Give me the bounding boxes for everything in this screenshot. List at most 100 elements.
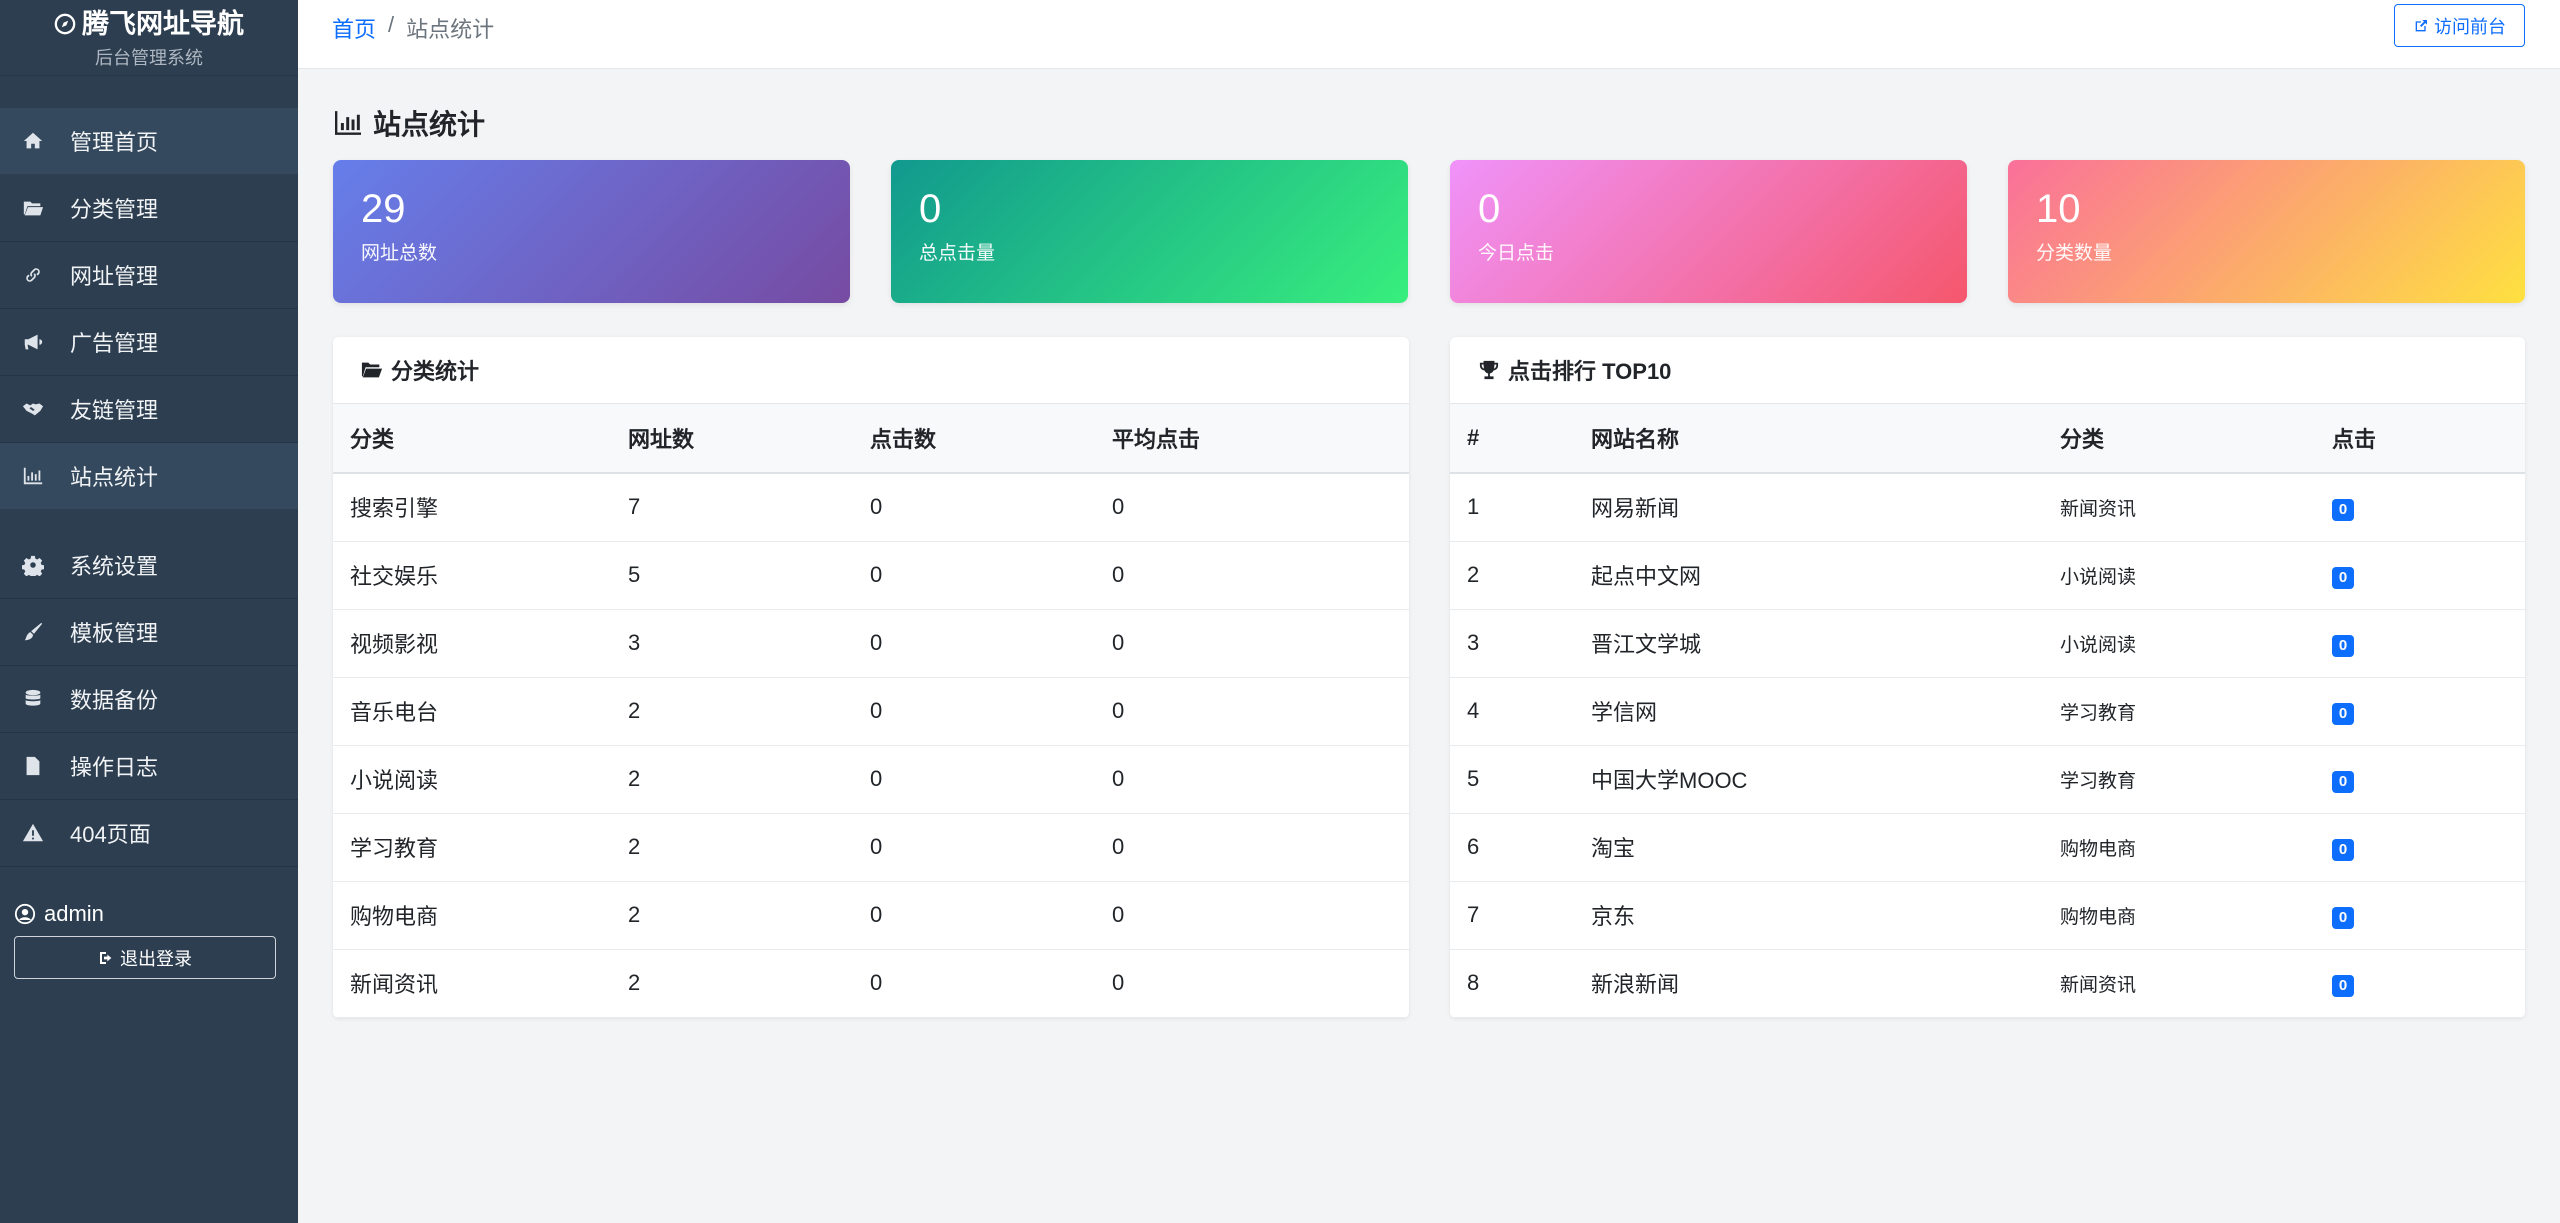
database-icon <box>20 686 46 712</box>
table-row: 9腾飞博客搜索引擎0 <box>1450 1017 2525 1018</box>
table-cell: 0 <box>870 698 883 723</box>
click-count-badge: 0 <box>2332 770 2354 793</box>
table-cell: 小说阅读 <box>2060 566 2137 588</box>
table-cell: 社交娱乐 <box>350 564 439 589</box>
brand-subtitle: 后台管理系统 <box>95 48 203 68</box>
click-count-badge: 0 <box>2332 702 2354 725</box>
table-cell: 6 <box>1467 834 1480 859</box>
table-cell: 0 <box>1112 1017 1409 1018</box>
table-cell: 0 <box>1112 494 1125 520</box>
table-cell: 0 <box>2332 677 2525 745</box>
table-cell: 购物电商 <box>2060 906 2137 928</box>
folder-open-icon <box>361 362 383 378</box>
table-cell: 0 <box>2332 745 2525 813</box>
sidebar-item-dashboard[interactable]: 管理首页 <box>0 108 298 175</box>
click-count-badge: 0 <box>2332 566 2354 589</box>
sidebar-item-label: 网址管理 <box>70 264 159 289</box>
sidebar-item-label: 广告管理 <box>70 331 159 356</box>
site-name-cell: 新浪新闻 <box>1591 972 1680 997</box>
table-row: 游戏娱乐200 <box>333 1017 1409 1018</box>
sidebar-item-ads[interactable]: 广告管理 <box>0 309 298 376</box>
stat-label: 今日点击 <box>1478 243 1555 264</box>
table-cell: 0 <box>870 902 883 927</box>
table-cell: 新闻资讯 <box>2060 974 2137 996</box>
column-header: 分类 <box>350 427 395 452</box>
table-cell: 3 <box>1467 630 1480 655</box>
sidebar-item-statistics[interactable]: 站点统计 <box>0 443 298 510</box>
sidebar-item-friendlinks[interactable]: 友链管理 <box>0 376 298 443</box>
site-name-cell: 起点中文网 <box>1591 564 1702 589</box>
table-cell: 学习教育 <box>350 836 439 861</box>
logout-button[interactable]: 退出登录 <box>14 936 276 979</box>
page-title: 站点统计 <box>333 103 485 143</box>
stat-label: 总点击量 <box>919 243 996 264</box>
bar-chart-icon <box>20 463 46 489</box>
stat-label: 分类数量 <box>2036 243 2113 264</box>
table-cell: 2 <box>1467 562 1480 587</box>
site-name-cell: 京东 <box>1591 904 1636 929</box>
breadcrumb-home[interactable]: 首页 <box>332 12 376 44</box>
page-title-text: 站点统计 <box>373 109 486 140</box>
stat-value: 10 <box>2036 187 2081 231</box>
table-cell: 音乐电台 <box>350 700 439 725</box>
table-cell: 0 <box>1112 766 1125 791</box>
link-icon <box>20 262 46 288</box>
brand-title-text: 腾飞网址导航 <box>82 9 244 39</box>
user-circle-icon <box>14 903 36 925</box>
table-row: 视频影视 3 0 0 <box>333 609 1409 677</box>
sidebar-item-backup[interactable]: 数据备份 <box>0 666 298 733</box>
sidebar-item-logs[interactable]: 操作日志 <box>0 733 298 800</box>
sidebar-item-categories[interactable]: 分类管理 <box>0 175 298 242</box>
compass-icon <box>54 13 76 35</box>
table-cell: 2 <box>628 970 641 995</box>
bullhorn-icon <box>20 329 46 355</box>
sidebar-item-settings[interactable]: 系统设置 <box>0 532 298 599</box>
table-cell: 小说阅读 <box>350 768 439 793</box>
table-cell: 3 <box>628 630 641 655</box>
stat-card-today-clicks: 0 今日点击 <box>1450 160 1967 303</box>
table-cell: 2 <box>628 902 641 927</box>
table-row: 新闻资讯 2 0 0 <box>333 949 1409 1017</box>
table-cell: 学习教育 <box>2060 770 2137 792</box>
table-cell: 学习教育 <box>2060 702 2137 724</box>
table-row: 1 网易新闻 新闻资讯 0 <box>1450 473 2525 541</box>
click-count-badge: 0 <box>2332 974 2354 997</box>
sidebar-item-templates[interactable]: 模板管理 <box>0 599 298 666</box>
table-cell: 0 <box>2332 949 2525 1017</box>
table-cell: 0 <box>870 834 883 859</box>
table-row: 社交娱乐 5 0 0 <box>333 541 1409 609</box>
table-row: 8 新浪新闻 新闻资讯 0 <box>1450 949 2525 1017</box>
table-row: 音乐电台 2 0 0 <box>333 677 1409 745</box>
table-cell: 4 <box>1467 698 1480 723</box>
sidebar-item-404[interactable]: 404页面 <box>0 800 298 867</box>
table-cell: 0 <box>870 630 883 655</box>
brand-title[interactable]: 腾飞网址导航 <box>0 6 298 42</box>
table-cell: 视频影视 <box>350 632 439 657</box>
table-cell: 0 <box>870 766 883 791</box>
top10-panel: 点击排行 TOP10 # 网站名称 分类 点击 1 网易新闻 新闻资讯 0 2 起点中文网… <box>1450 337 2525 1018</box>
table-cell: 小说阅读 <box>2060 634 2137 656</box>
table-cell: 7 <box>1467 902 1480 927</box>
table-cell: 购物电商 <box>350 904 439 929</box>
logout-label: 退出登录 <box>120 948 192 969</box>
table-cell: 0 <box>1112 630 1125 655</box>
site-name-cell: 晋江文学城 <box>1591 632 1702 657</box>
table-row: 学习教育 2 0 0 <box>333 813 1409 881</box>
visit-frontend-button[interactable]: 访问前台 <box>2394 4 2525 47</box>
category-stats-panel: 分类统计 分类 网址数 点击数 平均点击 搜索引擎 7 0 0 社交娱乐 5 0 0 视频影视 3… <box>333 337 1409 1018</box>
table-cell: 8 <box>1467 970 1480 995</box>
table-cell: 0 <box>1112 562 1125 587</box>
bar-chart-icon <box>335 111 361 135</box>
table-row: 搜索引擎 7 0 0 <box>333 473 1409 541</box>
sidebar-item-urls[interactable]: 网址管理 <box>0 242 298 309</box>
stat-value: 29 <box>361 187 406 231</box>
table-row: 小说阅读 2 0 0 <box>333 745 1409 813</box>
table-row: 3 晋江文学城 小说阅读 0 <box>1450 609 2525 677</box>
panel-title: 分类统计 <box>391 359 480 384</box>
table-cell: 5 <box>1467 766 1480 791</box>
table-cell: 0 <box>870 970 883 995</box>
panel-header: 分类统计 <box>333 337 1409 404</box>
table-row: 4 学信网 学习教育 0 <box>1450 677 2525 745</box>
sidebar-item-label: 操作日志 <box>70 755 159 780</box>
site-name-cell: 中国大学MOOC <box>1591 768 1748 793</box>
